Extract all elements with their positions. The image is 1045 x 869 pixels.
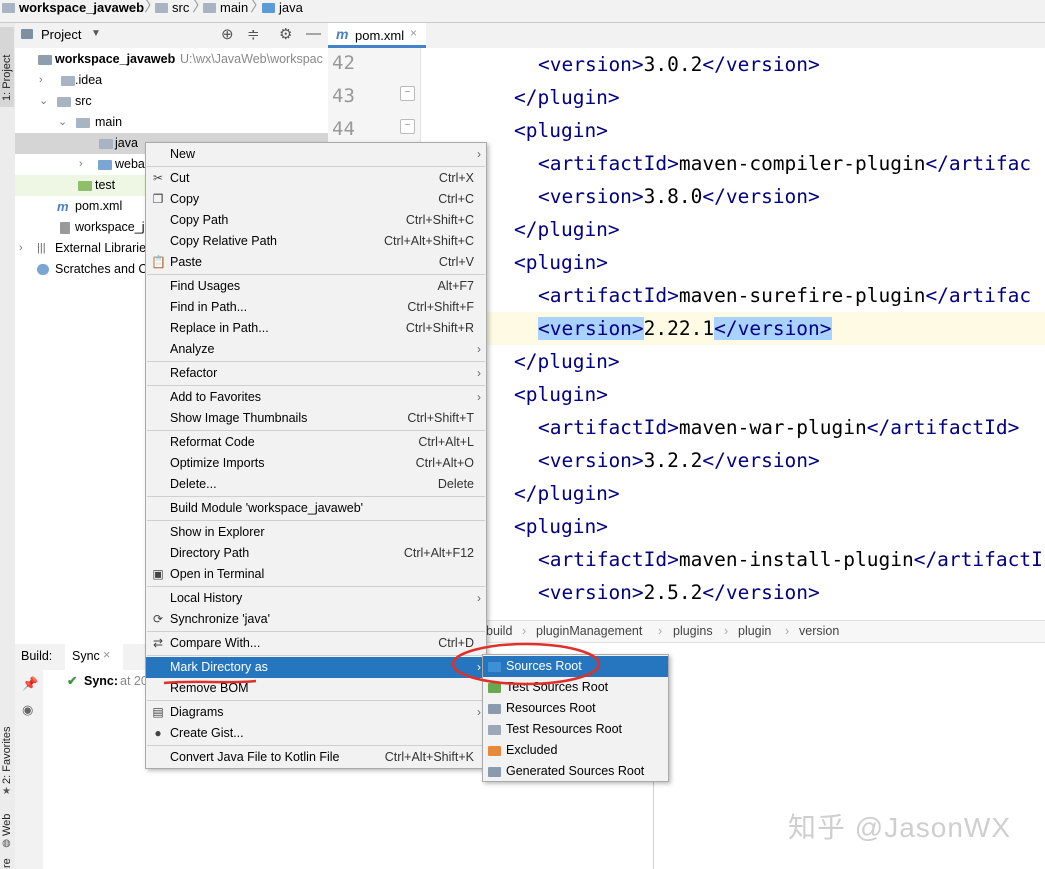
annotation-circle [451, 642, 601, 686]
annotation-underline [163, 679, 257, 685]
annotation-overlay [163, 642, 601, 686]
watermark: 知乎 @JasonWX [788, 812, 1012, 843]
